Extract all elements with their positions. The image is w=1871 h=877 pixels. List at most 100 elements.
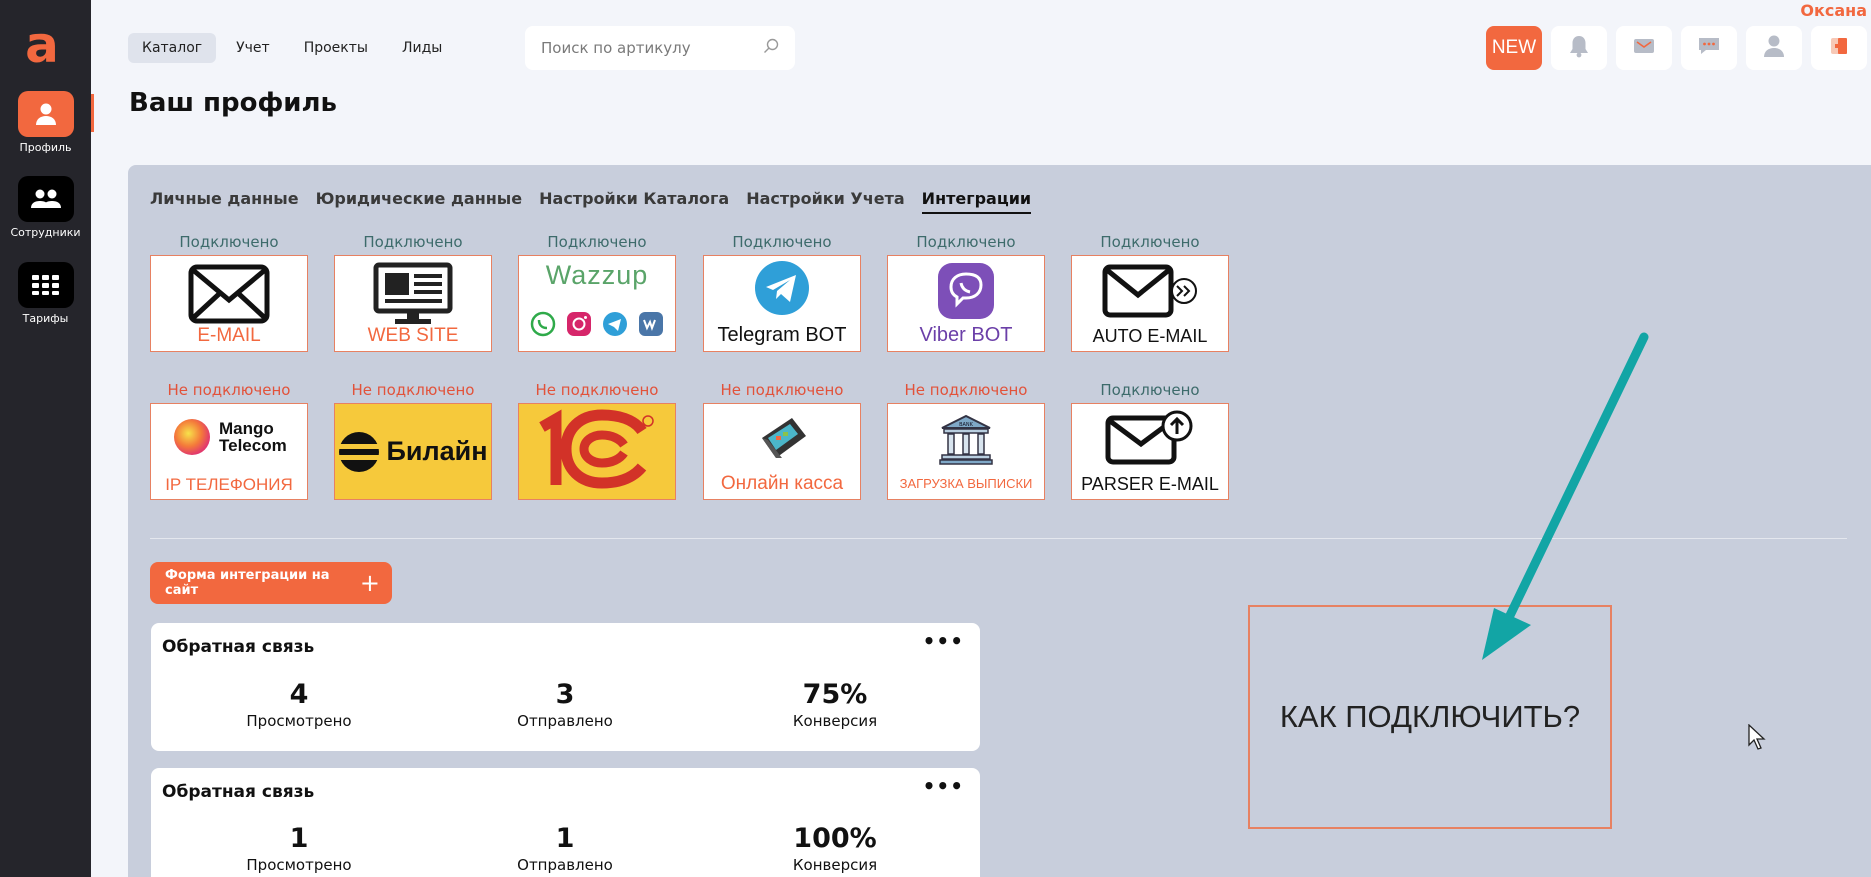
top-navigation: Каталог Учет Проекты Лиды — [128, 33, 456, 63]
stat-viewed: 1 Просмотрено — [199, 823, 399, 874]
sidebar-item-profile[interactable]: Профиль — [0, 91, 91, 154]
form-button-label: Форма интеграции на сайт — [165, 568, 330, 598]
mango-logo-text: Mango Telecom — [219, 419, 287, 455]
account-button[interactable] — [1746, 26, 1802, 70]
tab-accounting-settings[interactable]: Настройки Учета — [746, 189, 904, 214]
sidebar-item-tariffs[interactable]: Тарифы — [0, 262, 91, 325]
integration-card-mango[interactable]: Mango Telecom IP ТЕЛЕФОНИЯ — [150, 403, 308, 500]
stat-conversion-value: 75% — [802, 679, 868, 710]
integration-card-viber[interactable]: Viber BOT — [887, 255, 1045, 352]
bell-icon — [1568, 34, 1590, 62]
monitor-icon — [373, 262, 453, 330]
integration-card-cash-register[interactable]: Онлайн касса — [703, 403, 861, 500]
stat-sent-value: 3 — [555, 679, 575, 710]
logout-icon — [1830, 36, 1848, 60]
search-icon[interactable] — [763, 38, 779, 58]
integration-card-1c[interactable] — [518, 403, 676, 500]
instagram-icon — [566, 311, 592, 341]
integration-card-parser-email[interactable]: PARSER E-MAIL — [1071, 403, 1229, 500]
stat-sent-value: 1 — [555, 823, 575, 854]
integration-card-telegram[interactable]: Telegram BOT — [703, 255, 861, 352]
integration-caption: Telegram BOT — [717, 324, 847, 346]
nav-item-leads[interactable]: Лиды — [388, 33, 456, 63]
integration-email: Подключено E-MAIL — [150, 233, 308, 352]
logout-button[interactable] — [1811, 26, 1867, 70]
integration-bank-statement: Не подключено BANK ЗАГРУЗКА ВЫПИСКИ — [887, 381, 1045, 500]
stat-viewed-label: Просмотрено — [246, 712, 352, 730]
stat-conversion-value: 100% — [793, 823, 877, 854]
stat-sent-label: Отправлено — [517, 856, 613, 874]
page-title: Ваш профиль — [129, 88, 337, 118]
nav-item-projects[interactable]: Проекты — [290, 33, 382, 63]
integration-auto-email: Подключено AUTO E-MAIL — [1071, 233, 1229, 352]
integration-status: Подключено — [916, 233, 1016, 251]
user-name[interactable]: Оксана — [1800, 1, 1867, 20]
integration-website: Подключено WEB SITE — [334, 233, 492, 352]
integration-caption: IP ТЕЛЕФОНИЯ — [165, 475, 293, 494]
search-input[interactable] — [541, 39, 751, 57]
integration-beeline: Не подключено Билайн — [334, 381, 492, 500]
mouse-cursor-icon — [1748, 724, 1766, 750]
nav-item-catalog[interactable]: Каталог — [128, 33, 217, 63]
telegram-small-icon — [602, 311, 628, 341]
add-integration-form-button[interactable]: Форма интеграции на сайт + — [150, 562, 392, 604]
new-button[interactable]: NEW — [1486, 26, 1542, 70]
integration-status: Подключено — [363, 233, 463, 251]
sidebar-label-employees: Сотрудники — [10, 226, 81, 239]
bank-label: BANK — [959, 422, 974, 428]
integration-card-auto-email[interactable]: AUTO E-MAIL — [1071, 255, 1229, 352]
app-logo[interactable]: a — [22, 20, 62, 70]
vk-icon — [638, 311, 664, 341]
user-icon — [1763, 34, 1785, 62]
more-options-icon[interactable]: ••• — [923, 774, 964, 798]
bank-icon: BANK — [938, 414, 994, 470]
notifications-button[interactable] — [1551, 26, 1607, 70]
integration-status: Подключено — [1100, 381, 1200, 399]
stat-conversion: 100% Конверсия — [735, 823, 935, 874]
integration-status: Не подключено — [720, 381, 844, 399]
tab-personal-data[interactable]: Личные данные — [150, 189, 299, 214]
chat-button[interactable] — [1681, 26, 1737, 70]
stat-viewed-value: 1 — [289, 823, 309, 854]
integration-caption: E-MAIL — [197, 325, 261, 346]
integration-card-beeline[interactable]: Билайн — [334, 403, 492, 500]
tariffs-icon — [17, 262, 74, 308]
stat-sent: 1 Отправлено — [465, 823, 665, 874]
sidebar-item-employees[interactable]: Сотрудники — [0, 176, 91, 239]
mail-button[interactable] — [1616, 26, 1672, 70]
integration-status: Не подключено — [351, 381, 475, 399]
beeline-logo: Билайн — [338, 431, 488, 473]
integration-caption: Онлайн касса — [720, 473, 844, 494]
feedback-card-title: Обратная связь — [162, 637, 315, 657]
tab-catalog-settings[interactable]: Настройки Каталога — [539, 189, 729, 214]
integration-caption: Viber BOT — [919, 324, 1013, 346]
tab-integrations[interactable]: Интеграции — [921, 189, 1032, 214]
integration-card-bank-statement[interactable]: BANK ЗАГРУЗКА ВЫПИСКИ — [887, 403, 1045, 500]
integration-status: Подключено — [179, 233, 279, 251]
tab-legal-data[interactable]: Юридические данные — [316, 189, 523, 214]
integration-card-email[interactable]: E-MAIL — [150, 255, 308, 352]
integration-card-wazzup[interactable]: Wazzup — [518, 255, 676, 352]
integration-viber: Подключено Viber BOT — [887, 233, 1045, 352]
sidebar-label-tariffs: Тарифы — [22, 312, 69, 325]
pointer-arrow — [1482, 332, 1649, 660]
more-options-icon[interactable]: ••• — [923, 629, 964, 653]
messenger-icons — [530, 311, 664, 341]
cash-register-icon — [754, 414, 810, 466]
integration-wazzup: Подключено Wazzup — [518, 233, 676, 352]
stat-viewed: 4 Просмотрено — [199, 679, 399, 730]
profile-tabs: Личные данные Юридические данные Настрой… — [150, 189, 1032, 214]
integration-1c: Не подключено — [518, 381, 676, 500]
mango-logo: Mango Telecom — [173, 418, 289, 456]
integration-card-website[interactable]: WEB SITE — [334, 255, 492, 352]
employees-icon — [17, 176, 74, 222]
nav-item-accounting[interactable]: Учет — [222, 33, 284, 63]
integration-status: Не подключено — [904, 381, 1028, 399]
integration-caption: ЗАГРУЗКА ВЫПИСКИ — [899, 476, 1033, 491]
integration-parser-email: Подключено PARSER E-MAIL — [1071, 381, 1229, 500]
telegram-icon — [754, 260, 810, 320]
stat-sent: 3 Отправлено — [465, 679, 665, 730]
integration-caption: WEB SITE — [367, 325, 459, 346]
feedback-card: Обратная связь ••• 4 Просмотрено 3 Отпра… — [151, 623, 980, 751]
parser-email-icon — [1105, 408, 1195, 470]
